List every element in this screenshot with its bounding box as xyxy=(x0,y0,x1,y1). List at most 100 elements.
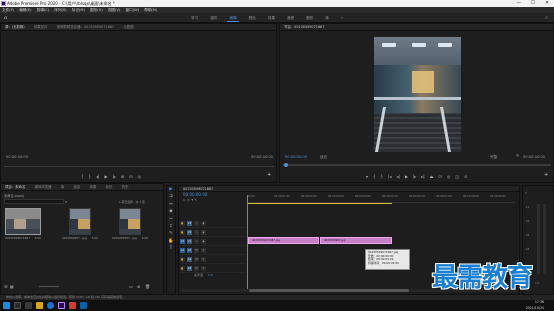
add-marker-icon[interactable]: ▾ xyxy=(191,198,193,202)
track-label-a1[interactable]: A1 xyxy=(186,248,192,253)
source-timecode-current[interactable]: 00:00:00:00 xyxy=(6,155,28,159)
slip-tool-icon[interactable]: ✂ xyxy=(167,216,175,223)
menu-markers[interactable]: 标记(M) xyxy=(72,8,85,12)
browser-icon[interactable] xyxy=(47,302,54,309)
playback-resolution-select[interactable]: 完整 xyxy=(490,155,497,160)
selection-tool-icon[interactable]: ▶ xyxy=(167,186,175,193)
snap-icon[interactable]: ⊂ xyxy=(183,198,186,202)
timeline-settings-icon[interactable]: ✎ xyxy=(194,198,197,202)
tab-media-browser[interactable]: 媒体浏览器 xyxy=(31,184,56,190)
source-scrubber[interactable] xyxy=(4,166,274,167)
search-icon[interactable] xyxy=(14,302,21,309)
menu-clip[interactable]: 剪辑(C) xyxy=(37,8,50,12)
task-view-icon[interactable] xyxy=(25,302,32,309)
lock-icon[interactable]: 🔒 xyxy=(180,230,185,235)
tab-metadata[interactable]: 元数据 xyxy=(119,24,137,30)
lock-icon[interactable]: 🔒 xyxy=(180,266,185,271)
go-to-out-icon[interactable]: ▸| xyxy=(421,174,424,179)
program-timecode-current[interactable]: 00:00:00:00 xyxy=(285,155,307,159)
extract-icon[interactable]: ⊡ xyxy=(438,174,441,179)
source-patch-a1[interactable]: A1 xyxy=(180,248,185,253)
mute-icon[interactable]: M xyxy=(193,257,199,262)
timeline-timecode[interactable]: 00:00:00:00 xyxy=(183,192,207,197)
ripple-edit-tool-icon[interactable]: ↔ xyxy=(167,201,175,208)
premiere-taskbar-icon[interactable] xyxy=(58,302,65,309)
new-item-icon[interactable]: ⊕ xyxy=(137,284,140,289)
menu-view[interactable]: 视图(V) xyxy=(108,8,120,12)
eye-icon[interactable]: ◉ xyxy=(200,221,206,226)
tab-markers[interactable]: 标记 xyxy=(102,184,117,190)
mute-icon[interactable]: M xyxy=(193,266,199,271)
type-tool-icon[interactable]: T xyxy=(167,245,175,252)
track-label-v1[interactable]: V1 xyxy=(186,239,192,244)
step-back-icon[interactable]: ◂| xyxy=(396,174,399,179)
menu-window[interactable]: 窗口(W) xyxy=(126,8,140,12)
workspace-tab-graphics[interactable]: 图形 xyxy=(300,13,319,23)
clear-icon[interactable]: 🗑 xyxy=(145,284,150,289)
tab-effects[interactable]: 效果 xyxy=(86,184,101,190)
workspace-tab-effects[interactable]: 效果 xyxy=(262,13,281,23)
eye-icon[interactable]: ◉ xyxy=(200,239,206,244)
timeline-clip[interactable]: 00150509071667.jpg xyxy=(248,237,319,244)
workspace-tab-audio[interactable]: 音频 xyxy=(281,13,300,23)
workspace-more-button[interactable]: » xyxy=(335,13,349,23)
workspace-tab-learn[interactable]: 学习 xyxy=(185,13,204,23)
step-forward-icon[interactable]: |▸ xyxy=(413,174,416,179)
app-taskbar-icon[interactable] xyxy=(69,302,76,309)
workspace-tab-assembly[interactable]: 组件 xyxy=(204,13,223,23)
app-taskbar-icon[interactable] xyxy=(80,302,87,309)
file-explorer-icon[interactable] xyxy=(36,302,43,309)
step-forward-icon[interactable]: |▸ xyxy=(113,174,116,179)
new-bin-icon[interactable]: ▭ xyxy=(129,284,133,289)
tab-info[interactable]: 信息 xyxy=(70,184,85,190)
hand-tool-icon[interactable]: ✎ xyxy=(167,230,175,237)
home-icon[interactable]: ⌂ xyxy=(4,15,7,21)
source-patch-v1[interactable]: V1 xyxy=(180,239,185,244)
timeline-clip[interactable]: 0015050907.jpg xyxy=(320,237,392,244)
razor-tool-icon[interactable]: ◆ xyxy=(167,208,175,215)
mark-out-icon[interactable]: } xyxy=(381,174,384,179)
program-playhead-icon[interactable] xyxy=(284,163,288,167)
sync-lock-icon[interactable]: ▭ xyxy=(193,230,199,235)
mark-in-icon[interactable]: { xyxy=(373,174,376,179)
tab-effect-controls[interactable]: 效果控件 xyxy=(30,24,52,30)
tab-source[interactable]: 源：(无剪辑) xyxy=(1,24,29,30)
windows-start-icon[interactable] xyxy=(3,302,10,309)
workspace-tab-libraries[interactable]: 库 xyxy=(319,13,335,23)
zoom-tool-icon[interactable]: ✋ xyxy=(167,238,175,245)
work-area-bar[interactable] xyxy=(248,203,392,204)
vr-icon[interactable]: ⊙ xyxy=(464,174,467,179)
add-marker-icon[interactable]: ▾ xyxy=(366,174,368,179)
export-frame-icon[interactable]: ◎ xyxy=(447,174,451,179)
menu-help[interactable]: 帮助(H) xyxy=(144,8,157,12)
minimize-button[interactable]: — xyxy=(512,0,526,7)
lift-icon[interactable]: ⏏ xyxy=(430,174,434,179)
source-button-editor-icon[interactable]: + xyxy=(267,172,271,178)
search-icon[interactable]: ⌕ xyxy=(545,15,548,21)
timeline-scroll-thumb[interactable] xyxy=(249,289,409,292)
timeline-ruler[interactable]: 00:00 00:00:01:00 00:00:02:00 00:00:03:0… xyxy=(247,195,515,203)
zoom-fit-select[interactable]: 适合 xyxy=(320,155,327,160)
export-frame-icon[interactable]: ◎ xyxy=(138,174,142,179)
pen-tool-icon[interactable]: ↕ xyxy=(167,223,175,230)
linked-selection-icon[interactable]: ∞ xyxy=(187,198,190,202)
tab-history[interactable]: 历史 xyxy=(118,184,133,190)
tab-libraries[interactable]: 库 xyxy=(57,184,68,190)
tab-audio-clip-mixer[interactable]: 音频剪辑混合器：00150509071667 xyxy=(53,24,118,30)
menu-edit[interactable]: 编辑(E) xyxy=(19,8,31,12)
mark-in-icon[interactable]: { xyxy=(81,174,84,179)
eye-icon[interactable]: ◉ xyxy=(200,230,206,235)
overwrite-icon[interactable]: ⊟ xyxy=(129,174,132,179)
workspace-tab-color[interactable]: 颜色 xyxy=(243,13,262,23)
solo-icon[interactable]: S xyxy=(200,248,206,253)
tab-project[interactable]: 项目：未命名 xyxy=(1,184,29,190)
sync-lock-icon[interactable]: ▭ xyxy=(193,239,199,244)
track-select-tool-icon[interactable]: ⇉ xyxy=(167,193,175,200)
project-search-input[interactable] xyxy=(4,199,64,204)
lock-icon[interactable]: 🔒 xyxy=(180,221,185,226)
mute-icon[interactable]: M xyxy=(193,248,199,253)
workspace-tab-editing[interactable]: 编辑 xyxy=(223,13,242,23)
menu-sequence[interactable]: 序列(S) xyxy=(54,8,66,12)
solo-icon[interactable]: S xyxy=(200,266,206,271)
icon-view-icon[interactable]: ▦ xyxy=(10,284,14,289)
